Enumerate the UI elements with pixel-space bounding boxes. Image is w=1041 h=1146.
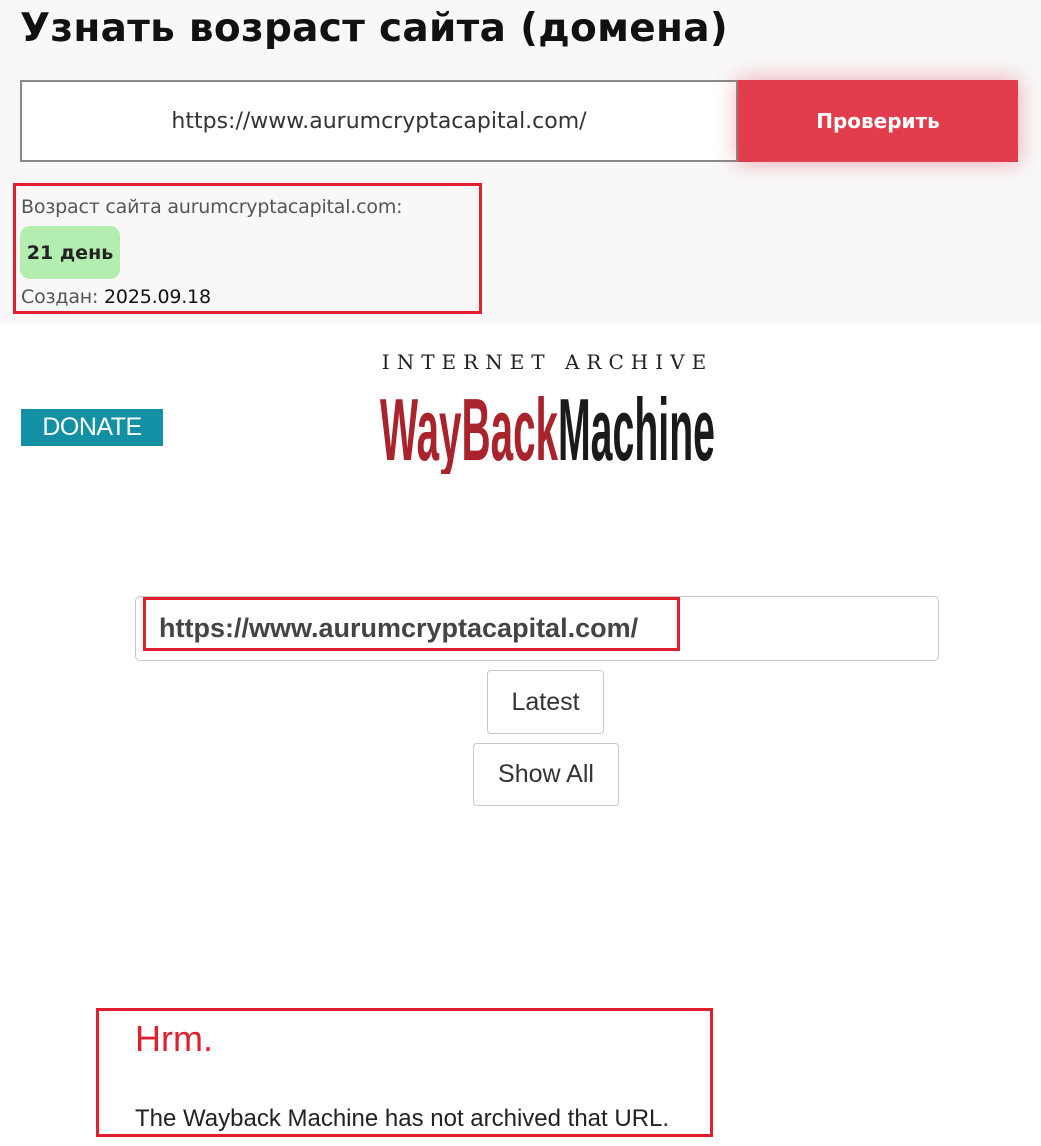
url-highlight-frame (143, 597, 680, 651)
wayback-machine-logo[interactable]: INTERNET ARCHIVE WayBack Machine (380, 350, 715, 475)
logo-internet-archive-text: INTERNET ARCHIVE (381, 350, 714, 374)
created-date: 2025.09.18 (104, 286, 211, 308)
not-archived-message: The Wayback Machine has not archived tha… (135, 1105, 670, 1132)
logo-wayback-text: WayBack (380, 380, 558, 474)
check-button[interactable]: Проверить (738, 80, 1018, 162)
donate-button[interactable]: DONATE (21, 409, 163, 446)
age-label: Возраст сайта aurumcryptacapital.com: (21, 196, 403, 218)
logo-machine-text: Machine (558, 380, 715, 474)
page-title: Узнать возраст сайта (домена) (20, 6, 728, 51)
created-row: Создан: 2025.09.18 (21, 286, 211, 308)
domain-url-input[interactable] (20, 80, 738, 162)
domain-age-panel: Узнать возраст сайта (домена) Проверить … (0, 0, 1041, 323)
show-all-button[interactable]: Show All (473, 743, 619, 806)
latest-button[interactable]: Latest (487, 670, 604, 734)
age-badge: 21 день (20, 226, 120, 279)
error-heading: Hrm. (135, 1018, 213, 1059)
logo-wordmark: WayBack Machine (380, 380, 715, 474)
created-label: Создан: (21, 286, 99, 308)
